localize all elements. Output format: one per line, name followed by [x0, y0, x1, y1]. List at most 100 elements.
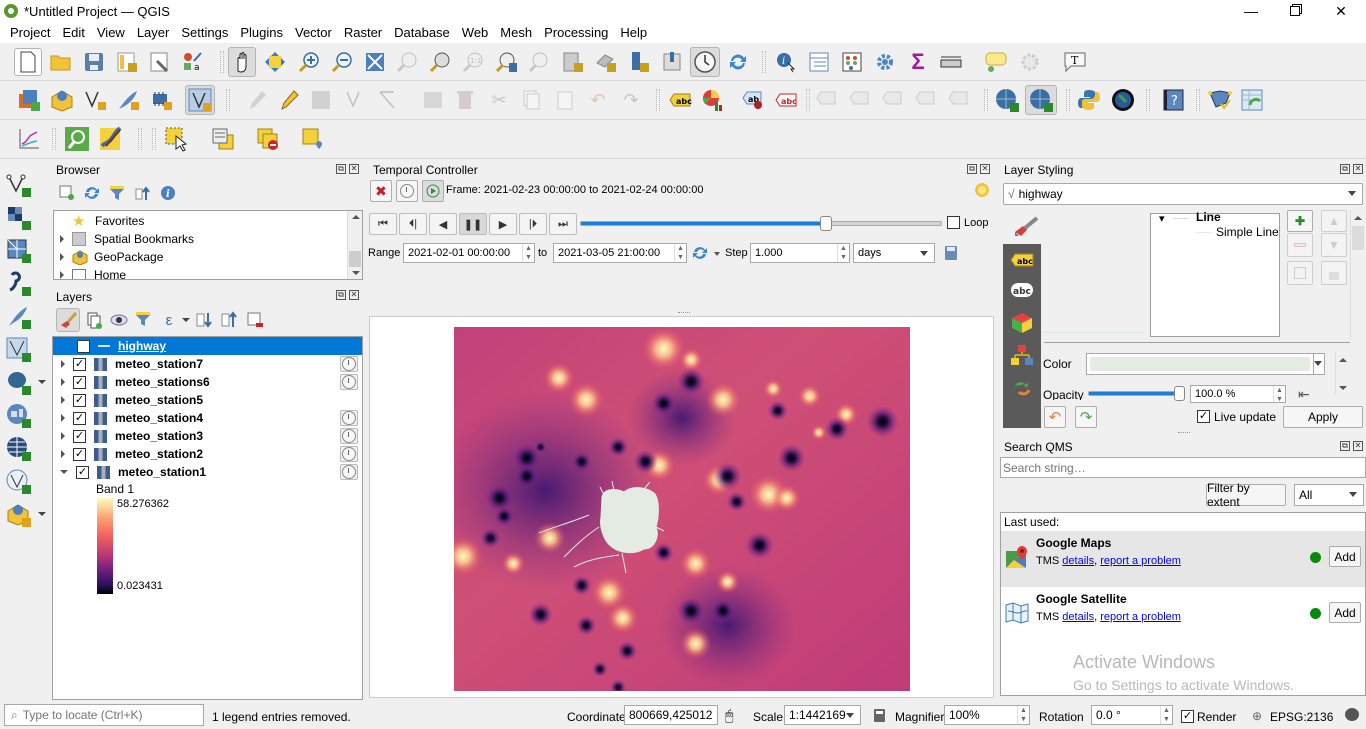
live-update-checkbox[interactable]: ✓	[1197, 410, 1210, 423]
field-calculator-button[interactable]	[839, 49, 865, 75]
zoom-in-button[interactable]	[296, 49, 322, 75]
move-label-button[interactable]	[880, 87, 906, 113]
temporal-controller-button[interactable]	[690, 47, 720, 77]
layer-visibility-checkbox[interactable]: ✓	[73, 429, 86, 443]
close-button[interactable]: ✕	[1318, 0, 1364, 22]
close-panel-button[interactable]: ✕	[1353, 441, 1363, 451]
save-edits-button[interactable]	[308, 87, 334, 113]
manage-visibility-button[interactable]	[107, 308, 131, 332]
refresh-button[interactable]	[725, 49, 751, 75]
temporal-indicator-button[interactable]	[340, 464, 358, 480]
add-vector-layer-button[interactable]	[6, 172, 32, 198]
add-wms-layer-button[interactable]	[6, 403, 32, 429]
scale-combobox[interactable]: 1:1442169	[784, 705, 861, 725]
move-up-button[interactable]: ▲	[1321, 210, 1347, 232]
zoom-to-selection-button[interactable]	[394, 49, 420, 75]
layer-row-meteo-station3[interactable]: ✓ meteo_station3	[61, 427, 203, 445]
time-slider-track[interactable]	[580, 221, 942, 226]
data-defined-override-icon[interactable]: ⇤	[1298, 386, 1310, 403]
range-end-field[interactable]: 2021-03-05 21:00:00 ▲ ▼	[553, 243, 687, 263]
layer-row-meteo-station4[interactable]: ✓ meteo_station4	[61, 409, 203, 427]
new-map-view-button[interactable]	[560, 49, 586, 75]
menu-web[interactable]: Web	[456, 25, 495, 40]
expand-arrow-icon[interactable]	[61, 432, 65, 440]
menu-view[interactable]: View	[91, 25, 131, 40]
menu-edit[interactable]: Edit	[56, 25, 90, 40]
symbol-tree-scrollbar[interactable]	[1350, 210, 1365, 340]
qms-service-google-satellite[interactable]: Google Satellite TMS details, report a p…	[1001, 587, 1365, 643]
map-canvas[interactable]	[369, 316, 994, 698]
redo-style-button[interactable]: ↷	[1075, 406, 1097, 428]
add-qms-button[interactable]	[994, 87, 1020, 113]
rotation-spinbox[interactable]: 0.0 ° ▲ ▼	[1091, 705, 1173, 725]
modify-attributes-button[interactable]	[420, 87, 446, 113]
undo-style-button[interactable]: ↶	[1044, 406, 1066, 428]
splitter-handle[interactable]	[678, 312, 690, 314]
animated-mode-button[interactable]	[422, 180, 444, 202]
menu-mesh[interactable]: Mesh	[494, 25, 538, 40]
temporal-indicator-button[interactable]	[340, 446, 358, 462]
help-button[interactable]: ?	[1160, 87, 1186, 113]
expand-arrow-icon[interactable]	[60, 271, 64, 279]
select-by-attribute-button[interactable]	[210, 126, 236, 152]
set-range-to-layers-button[interactable]	[692, 245, 708, 264]
qms-filter-select[interactable]: All	[1294, 484, 1364, 506]
zoom-last-button[interactable]	[494, 49, 520, 75]
float-panel-button[interactable]: ⧉	[336, 290, 346, 300]
zoom-to-layer-button[interactable]	[427, 49, 453, 75]
add-service-button[interactable]: Add	[1329, 602, 1361, 623]
text-annotation-button[interactable]: T	[1062, 49, 1088, 75]
qms-service-google-maps[interactable]: Google Maps TMS details, report a proble…	[1001, 531, 1365, 587]
show-hide-labels-button[interactable]	[814, 87, 840, 113]
undo-button[interactable]: ↶	[585, 87, 611, 113]
move-down-button[interactable]: ▼	[1321, 233, 1347, 257]
toggle-editing-button[interactable]	[276, 87, 302, 113]
search-qms-button[interactable]	[1025, 85, 1057, 115]
layer-row-highway[interactable]: ✓ highway	[77, 337, 166, 355]
layout-manager-button[interactable]	[147, 49, 173, 75]
show-bookmarks-button[interactable]	[659, 49, 685, 75]
expand-arrow-icon[interactable]	[61, 360, 65, 368]
color-dropdown-button[interactable]	[1313, 353, 1325, 375]
browser-properties-button[interactable]: i	[157, 182, 179, 204]
new-print-layout-button[interactable]	[114, 49, 140, 75]
play-backwards-button[interactable]: ◀	[429, 213, 457, 235]
layer-row-meteo-station2[interactable]: ✓ meteo_station2	[61, 445, 203, 463]
menu-database[interactable]: Database	[388, 25, 456, 40]
open-layer-styling-button[interactable]	[56, 308, 80, 332]
styling-layer-select[interactable]: √ highway	[1003, 183, 1363, 205]
rotate-label-button[interactable]	[913, 87, 939, 113]
restore-button[interactable]	[1272, 0, 1318, 22]
temporal-indicator-button[interactable]	[340, 428, 358, 444]
cut-features-button[interactable]: ✂	[486, 87, 512, 113]
new-bookmark-button[interactable]	[626, 49, 652, 75]
expand-arrow-icon[interactable]	[61, 396, 65, 404]
add-wcs-layer-button[interactable]	[6, 436, 32, 462]
menu-processing[interactable]: Processing	[538, 25, 614, 40]
zoom-native-button[interactable]: 1:1	[460, 49, 486, 75]
new-geopackage-button[interactable]	[49, 87, 75, 113]
attribute-table-button[interactable]	[806, 49, 832, 75]
export-animation-button[interactable]	[944, 245, 958, 264]
redo-button[interactable]: ↷	[618, 87, 644, 113]
add-symbol-layer-button[interactable]: ✚	[1287, 210, 1313, 232]
history-tab[interactable]	[1011, 378, 1033, 401]
remove-layer-button[interactable]	[243, 308, 267, 332]
open-project-button[interactable]	[48, 49, 74, 75]
minimize-button[interactable]: —	[1228, 0, 1274, 22]
add-wfs-layer-button[interactable]	[6, 469, 32, 495]
layer-visibility-checkbox[interactable]: ✓	[76, 465, 89, 479]
collapse-all-button[interactable]	[218, 308, 242, 332]
loop-checkbox[interactable]	[947, 216, 960, 229]
globe-button[interactable]	[1110, 87, 1136, 113]
digitize-toggle-button[interactable]	[185, 85, 215, 115]
locator-input[interactable]	[22, 708, 188, 722]
step-unit-select[interactable]: days	[853, 243, 935, 263]
toggle-extents-mouse-icon[interactable]: 🖱	[725, 707, 733, 724]
browser-refresh-button[interactable]	[81, 182, 103, 204]
expand-arrow-icon[interactable]	[60, 235, 64, 243]
range-dropdown-arrow[interactable]	[714, 252, 720, 256]
float-panel-button[interactable]: ⧉	[1340, 164, 1350, 174]
pin-labels-button[interactable]: ab	[740, 87, 766, 113]
menu-raster[interactable]: Raster	[338, 25, 388, 40]
